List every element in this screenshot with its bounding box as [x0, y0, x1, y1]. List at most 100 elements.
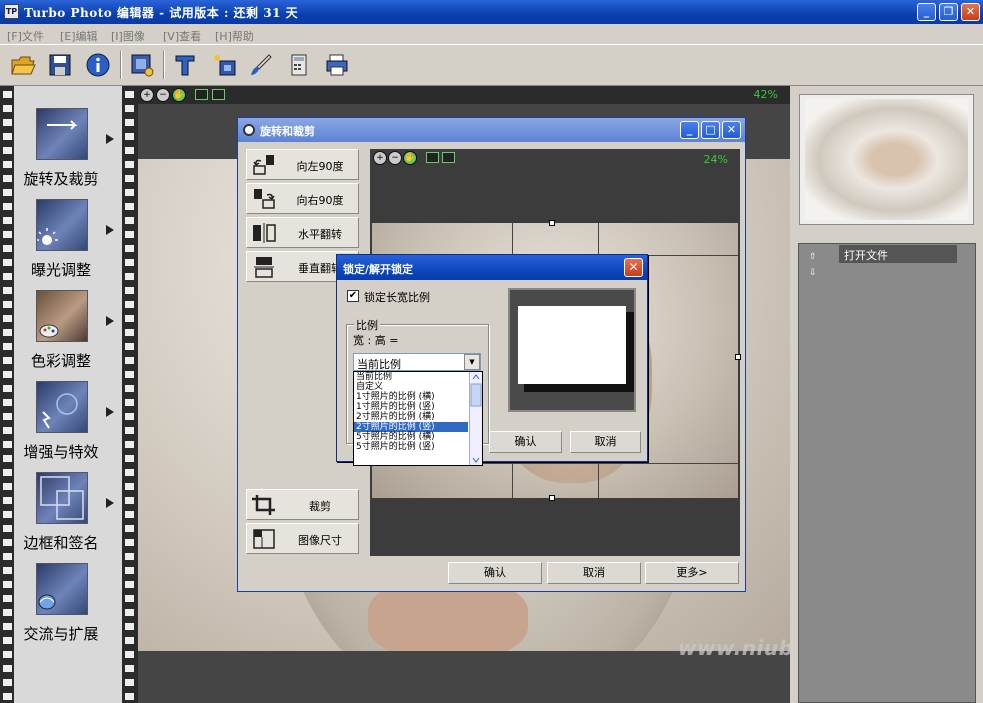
rotate-left-label: 向左90度 [296, 160, 344, 173]
crop-handle-top[interactable] [549, 220, 555, 226]
lock-ratio-dialog: 锁定/解开锁定 ✕ ✔ 锁定长宽比例 比例 宽 : 高 = 当前比例 ▼ 当前比… [336, 254, 648, 466]
rotate-right-button[interactable]: 向右90度 [246, 183, 359, 214]
hand-tool-icon[interactable]: ✋ [172, 88, 186, 102]
actual-size-icon[interactable] [212, 89, 225, 100]
flip-horizontal-icon [253, 223, 276, 243]
rotate-cancel-button[interactable]: 取消 [547, 562, 641, 584]
tool-label: 色彩调整 [30, 352, 91, 370]
image-size-button[interactable]: 图像尺寸 [246, 523, 359, 554]
lock-aspect-checkbox[interactable]: ✔ [347, 290, 359, 302]
brush-tool-icon[interactable] [246, 50, 276, 80]
expand-arrow-icon[interactable] [106, 225, 114, 235]
expand-arrow-icon[interactable] [106, 407, 114, 417]
tool-label: 曝光调整 [30, 261, 91, 279]
history-item[interactable]: 打开文件 [839, 245, 957, 263]
chevron-down-icon[interactable]: ▼ [464, 354, 480, 370]
dropdown-option[interactable]: 自定义 [354, 382, 468, 392]
dropdown-option[interactable]: 当前比例 [354, 372, 468, 382]
dropdown-option[interactable]: 5寸照片的比例 (横) [354, 432, 468, 442]
tool-label: 交流与扩展 [23, 625, 99, 643]
zoom-out-icon[interactable]: − [156, 88, 170, 102]
crop-button[interactable]: 裁剪 [246, 489, 359, 520]
tool-share-extend[interactable]: 交流与扩展 [14, 551, 122, 643]
text-tool-icon[interactable] [170, 50, 200, 80]
tool-exposure[interactable]: 曝光调整 [14, 187, 122, 279]
dropdown-option-highlighted[interactable]: 2寸照片的比例 (竖) [354, 422, 468, 432]
lock-dialog-close-button[interactable]: ✕ [624, 258, 643, 277]
crop-handle-right[interactable] [735, 354, 741, 360]
tool-color[interactable]: 色彩调整 [14, 278, 122, 370]
fit-window-icon[interactable] [195, 89, 208, 100]
menu-edit[interactable]: [E]编辑 [60, 28, 98, 44]
menu-file[interactable]: [F]文件 [7, 28, 44, 44]
crop-handle-bottom[interactable] [549, 495, 555, 501]
zoom-out-icon[interactable]: − [388, 151, 402, 165]
lock-ok-button[interactable]: 确认 [489, 431, 562, 453]
dialog-maximize-button[interactable]: □ [701, 121, 720, 139]
frame-tool-icon[interactable] [209, 50, 239, 80]
image-size-icon [253, 529, 275, 549]
dropdown-scrollbar[interactable] [469, 372, 482, 465]
tool-label: 旋转及裁剪 [23, 170, 99, 188]
tool-effects[interactable]: 增强与特效 [14, 369, 122, 461]
viewport-toolbar: + − ✋ 42% [138, 86, 790, 104]
width-height-ratio-label: 宽 : 高 = [353, 334, 399, 347]
rotate-right-label: 向右90度 [296, 194, 344, 207]
info-icon[interactable] [83, 50, 113, 80]
menu-bar: [F]文件 [E]编辑 [I]图像 [V]查看 [H]帮助 [0, 24, 983, 45]
dialog-close-button[interactable]: ✕ [722, 121, 741, 139]
dropdown-option[interactable]: 2寸照片的比例 (横) [354, 412, 468, 422]
zoom-in-icon[interactable]: + [373, 151, 387, 165]
open-folder-icon[interactable] [8, 50, 38, 80]
close-button[interactable]: ✕ [961, 3, 980, 21]
restore-button[interactable]: ❐ [939, 3, 958, 21]
lock-cancel-button[interactable]: 取消 [570, 431, 641, 453]
ratio-select[interactable]: 当前比例 ▼ [353, 353, 481, 371]
calculator-icon[interactable] [284, 50, 314, 80]
preview-thumbnail [799, 94, 974, 225]
rotate-ok-button[interactable]: 确认 [448, 562, 542, 584]
lock-dialog-title-bar[interactable]: 锁定/解开锁定 ✕ [337, 255, 647, 280]
dialog-minimize-button[interactable]: _ [680, 121, 699, 139]
redo-arrow-icon[interactable]: ⇩ [809, 268, 817, 278]
ratio-dropdown-list[interactable]: 当前比例 自定义 1寸照片的比例 (横) 1寸照片的比例 (竖) 2寸照片的比例… [353, 371, 483, 466]
flip-horizontal-button[interactable]: 水平翻转 [246, 217, 359, 248]
tool-frame-signature[interactable]: 边框和签名 [14, 460, 122, 552]
dropdown-option[interactable]: 1寸照片的比例 (竖) [354, 402, 468, 412]
rotate-left-button[interactable]: 向左90度 [246, 149, 359, 180]
rotate-dialog-title-bar[interactable]: 旋转和裁剪 _ □ ✕ [238, 118, 745, 142]
menu-help[interactable]: [H]帮助 [215, 28, 254, 44]
ratio-select-value: 当前比例 [357, 358, 401, 371]
rotate-more-button[interactable]: 更多> [645, 562, 739, 584]
print-icon[interactable] [322, 50, 352, 80]
lock-dialog-title: 锁定/解开锁定 [343, 263, 414, 276]
undo-arrow-icon[interactable]: ⇧ [809, 252, 817, 262]
expand-arrow-icon[interactable] [106, 498, 114, 508]
color-palette-icon [36, 290, 88, 342]
share-extend-icon [36, 563, 88, 615]
flip-horizontal-label: 水平翻转 [298, 228, 342, 241]
save-icon[interactable] [45, 50, 75, 80]
tool-film-strip: 旋转及裁剪 曝光调整 色彩调整 增强与特效 边框和签名 交流与扩展 [0, 86, 138, 703]
zoom-in-icon[interactable]: + [140, 88, 154, 102]
exposure-icon [36, 199, 88, 251]
dialog-zoom-level: 24% [703, 153, 728, 166]
dropdown-option[interactable]: 5寸照片的比例 (竖) [354, 442, 468, 452]
viewport-zoom-level: 42% [753, 88, 778, 101]
window-title: Turbo Photo 编辑器 - 试用版本 : 还剩 31 天 [24, 6, 299, 20]
menu-image[interactable]: [I]图像 [111, 28, 145, 44]
menu-view[interactable]: [V]查看 [163, 28, 201, 44]
lock-aspect-label[interactable]: 锁定长宽比例 [364, 289, 430, 305]
hand-tool-icon[interactable]: ✋ [403, 151, 417, 165]
dropdown-option[interactable]: 1寸照片的比例 (横) [354, 392, 468, 402]
minimize-button[interactable]: _ [917, 3, 936, 21]
app-title-bar[interactable]: TP Turbo Photo 编辑器 - 试用版本 : 还剩 31 天 _ ❐ … [0, 0, 983, 24]
expand-arrow-icon[interactable] [106, 316, 114, 326]
tool-rotate-crop[interactable]: 旋转及裁剪 [14, 96, 122, 188]
tool-label: 边框和签名 [23, 534, 99, 552]
batch-icon[interactable] [127, 50, 157, 80]
expand-arrow-icon[interactable] [106, 134, 114, 144]
fit-window-icon[interactable] [426, 152, 439, 163]
actual-size-icon[interactable] [442, 152, 455, 163]
dialog-icon [243, 124, 255, 136]
